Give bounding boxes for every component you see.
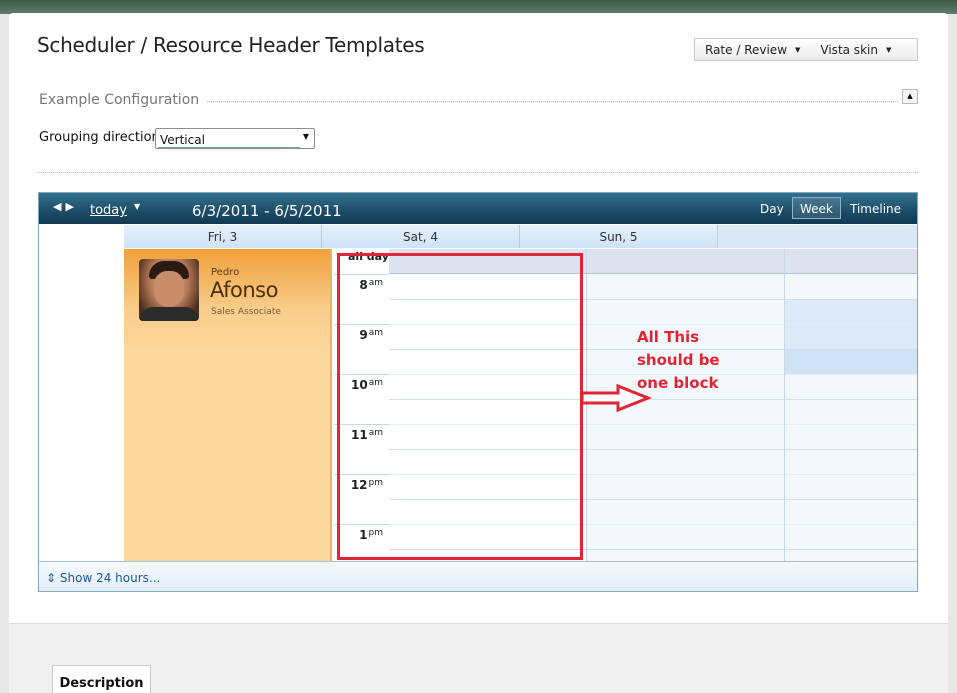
tab-timeline[interactable]: Timeline xyxy=(850,202,901,216)
tab-day[interactable]: Day xyxy=(760,202,784,216)
prev-next-arrows-icon[interactable]: ◀▶ xyxy=(53,200,78,213)
page-panel: Scheduler / Resource Header Templates Ra… xyxy=(9,13,948,693)
rate-review-menu[interactable]: Rate / Review ▼ xyxy=(695,43,810,57)
scheduler-toolbar: ◀▶ today ▼ 6/3/2011 - 6/5/2011 Day Week … xyxy=(39,193,917,224)
hour-label: 12pm xyxy=(350,478,383,492)
bottom-panel: Description xyxy=(9,623,948,693)
date-header: Sat, 4 xyxy=(322,225,520,248)
grouping-select[interactable]: Vertical ▼ xyxy=(155,128,315,149)
page-title: Scheduler / Resource Header Templates xyxy=(37,33,425,57)
hour-label: 10am xyxy=(351,378,383,392)
hour-label: 11am xyxy=(351,428,383,442)
annotation-arrow-icon xyxy=(580,384,652,412)
today-link[interactable]: today xyxy=(90,203,127,218)
section-divider xyxy=(202,101,898,102)
dropdown-arrow-icon: ▼ xyxy=(302,132,309,141)
hour-label: 9am xyxy=(359,328,383,342)
hour-label: 1pm xyxy=(359,528,383,542)
show-24-hours-link[interactable]: ⇕ Show 24 hours... xyxy=(46,571,160,585)
config-divider xyxy=(37,172,918,173)
calendar-dropdown-icon[interactable]: ▼ xyxy=(134,202,140,211)
skin-menu[interactable]: Vista skin ▼ xyxy=(810,43,901,57)
date-header-row: Fri, 3 Sat, 4 Sun, 5 xyxy=(124,225,917,248)
time-slot-grid[interactable] xyxy=(389,249,917,561)
skin-label: Vista skin xyxy=(820,42,878,57)
select-underline xyxy=(158,147,300,148)
resource-avatar xyxy=(139,259,199,321)
allday-label: all day xyxy=(348,250,389,263)
resource-last-name: Afonso xyxy=(210,278,278,302)
top-menu: Rate / Review ▼ Vista skin ▼ xyxy=(694,38,918,61)
annotation-text: All This should be one block xyxy=(637,328,720,392)
highlighted-slot[interactable] xyxy=(785,349,917,374)
scheduler: ◀▶ today ▼ 6/3/2011 - 6/5/2011 Day Week … xyxy=(38,192,918,592)
date-header: Sun, 5 xyxy=(520,225,718,248)
caret-down-icon: ▼ xyxy=(885,45,892,54)
resource-first-name: Pedro xyxy=(211,267,240,278)
section-label: Example Configuration xyxy=(39,92,208,108)
time-column: all day 8am 9am 10am 11am 12pm 1pm xyxy=(334,249,389,561)
collapse-toggle-button[interactable]: ▲ xyxy=(902,89,918,104)
date-header: Fri, 3 xyxy=(124,225,322,248)
caret-down-icon: ▼ xyxy=(795,45,801,54)
date-range: 6/3/2011 - 6/5/2011 xyxy=(192,202,342,220)
grouping-value: Vertical xyxy=(160,133,205,147)
grouping-label: Grouping direction: xyxy=(39,130,165,145)
hour-label: 8am xyxy=(359,278,383,292)
tab-description[interactable]: Description xyxy=(52,665,151,693)
resource-role: Sales Associate xyxy=(211,307,281,317)
tab-week[interactable]: Week xyxy=(792,197,841,219)
rate-review-label: Rate / Review xyxy=(705,42,788,57)
resource-header: Pedro Afonso Sales Associate xyxy=(124,249,332,561)
scheduler-footer: ⇕ Show 24 hours... xyxy=(39,561,917,591)
